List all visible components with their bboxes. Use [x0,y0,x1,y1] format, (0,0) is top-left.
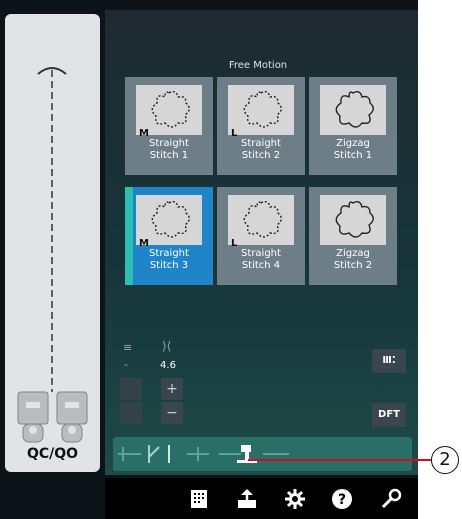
settings-gear-icon[interactable] [284,488,306,510]
presser-foot-label: QC/QO [26,446,79,462]
stitch-name-line1: Straight [241,248,281,259]
length-minus-button-disabled [120,402,142,424]
thread-tension-button[interactable]: Ⅲ⁚ [372,349,406,373]
stitch-width-icon: ⟩⟨ [162,339,172,353]
help-icon[interactable]: ? [331,488,353,510]
callout-number: 2 [431,446,459,474]
stitch-name-line2: Stitch 4 [241,260,281,271]
stitch-name-line1: Straight [241,138,281,149]
stitch-name-line2: Stitch 2 [333,260,373,271]
stitch-name: Zigzag Stitch 1 [309,138,397,162]
stitch-name: Straight Stitch 2 [217,138,305,162]
stitch-tile[interactable]: M Straight Stitch 1 [125,77,213,175]
flower-stitch-icon [335,200,374,238]
callout-line [248,459,432,461]
sewing-machine-screen: QC/QO Free Motion M Straight Stitch 1 L Stra… [0,0,418,519]
stitch-tile[interactable]: L Straight Stitch 2 [217,77,305,175]
svg-text:?: ? [338,492,346,508]
stitch-tile[interactable]: L Straight Stitch 4 [217,187,305,285]
stitch-thumbnail: M [136,195,202,249]
toolbar-stitch-icon[interactable] [118,447,141,461]
flower-stitch-icon [243,90,282,128]
stitch-name: Straight Stitch 3 [125,248,213,272]
stitch-name: Zigzag Stitch 2 [309,248,397,272]
stitch-preview-icon [17,67,88,443]
stitch-thumbnail: L [228,195,294,249]
stitch-name: Straight Stitch 4 [217,248,305,272]
flower-stitch-icon [335,90,374,128]
stitch-preview-panel [5,14,100,472]
stitch-name-line1: Zigzag [336,138,370,149]
width-plus-button[interactable]: + [161,378,183,400]
toolbar-needle-icon[interactable] [148,445,170,463]
width-minus-button[interactable]: − [161,402,183,424]
stitch-thumbnail: L [228,85,294,139]
stitch-name-line2: Stitch 1 [149,150,189,161]
stitch-thumbnail: M [136,85,202,139]
sewing-toolbar [113,437,412,471]
stitch-name-line1: Straight [149,138,189,149]
length-dash: - [124,358,128,371]
section-title: Free Motion [228,60,288,71]
stitch-tile[interactable]: Zigzag Stitch 1 [309,77,397,175]
stitch-thumbnail [320,195,386,245]
toolbar-feed-icon[interactable] [187,447,209,461]
thread-tension-icon: Ⅲ⁚ [382,355,396,366]
stitch-name: Straight Stitch 1 [125,138,213,162]
export-icon[interactable] [236,488,258,510]
stitch-name-line1: Zigzag [336,248,370,259]
stitch-menu-icon[interactable] [188,488,210,510]
tools-icon[interactable] [380,488,402,510]
stitch-name-line2: Stitch 1 [333,150,373,161]
stitch-thumbnail [320,85,386,135]
stitch-tile[interactable]: M Straight Stitch 3 [125,187,213,285]
stitch-name-line1: Straight [149,248,189,259]
stitch-length-icon: ≡ [123,341,133,354]
stitch-name-line2: Stitch 3 [149,260,189,271]
bottom-bar: ? [105,478,418,519]
dft-button[interactable]: DFT [372,403,406,427]
stitch-name-line2: Stitch 2 [241,150,281,161]
stitch-tile[interactable]: Zigzag Stitch 2 [309,187,397,285]
stitch-width-value: 4.6 [160,360,176,371]
flower-stitch-icon [243,200,282,238]
length-plus-button-disabled [120,378,142,400]
